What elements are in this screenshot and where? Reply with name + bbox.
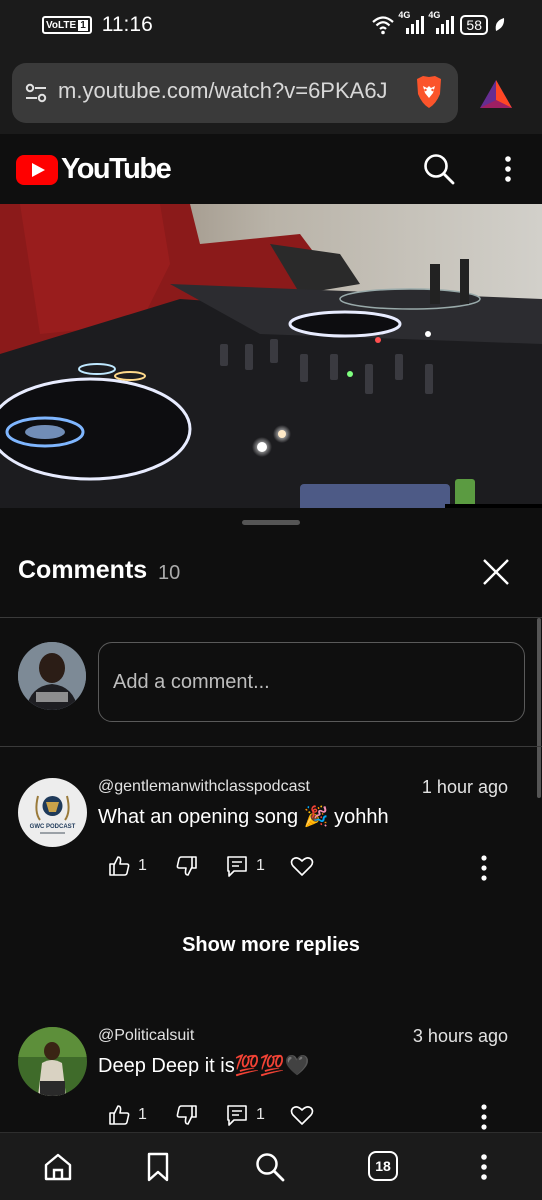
url-text[interactable]: m.youtube.com/watch?v=6PKA6J: [58, 78, 388, 104]
heart-icon: [290, 1106, 314, 1125]
dislike-button[interactable]: [176, 1104, 226, 1126]
comments-count: 10: [158, 562, 181, 584]
comment-author[interactable]: @gentlemanwithclasspodcast: [98, 778, 310, 796]
tabs-button[interactable]: 18: [368, 1151, 400, 1183]
search-icon[interactable]: [254, 1151, 286, 1183]
reply-icon: [227, 1105, 247, 1126]
avatar[interactable]: [18, 1027, 87, 1096]
more-options-icon[interactable]: [476, 1103, 492, 1131]
browser-toolbar: m.youtube.com/watch?v=6PKA6J: [0, 52, 542, 134]
comment-text: Deep Deep it is💯💯🖤: [98, 1055, 310, 1077]
reply-button[interactable]: 1: [226, 855, 290, 877]
heart-icon: [290, 857, 314, 876]
comment-time[interactable]: 3 hours ago: [413, 1026, 508, 1047]
status-bar: VoLTE 1 11:16 4G 4G 58: [0, 0, 542, 52]
menu-icon[interactable]: [468, 1151, 500, 1183]
youtube-logo[interactable]: YouTube: [16, 153, 172, 186]
thumbs-up-icon: [109, 1105, 130, 1125]
thumbs-up-icon: [109, 856, 130, 876]
avatar-text: GWC PODCAST: [30, 824, 76, 830]
scrollbar[interactable]: [537, 618, 541, 798]
like-button[interactable]: 1: [108, 1104, 176, 1126]
home-icon[interactable]: [42, 1151, 74, 1183]
video-frame: [0, 204, 542, 508]
thumbs-down-icon: [176, 856, 197, 876]
comment-author[interactable]: @Politicalsuit: [98, 1027, 194, 1045]
like-button[interactable]: 1: [108, 855, 176, 877]
dislike-button[interactable]: [176, 855, 226, 877]
youtube-header: YouTube: [0, 134, 542, 204]
avatar[interactable]: [18, 642, 86, 710]
user-avatar-image: [18, 642, 86, 710]
volte-indicator: VoLTE 1: [42, 16, 92, 34]
avatar[interactable]: GWC PODCAST: [18, 778, 87, 847]
comment-text: What an opening song 🎉 yohhh: [98, 806, 389, 828]
search-icon[interactable]: [422, 152, 456, 186]
thumbs-down-icon: [176, 1105, 197, 1125]
browser-bottom-nav: 18: [0, 1132, 542, 1200]
comment-item: GWC PODCAST @gentlemanwithclasspodcast 1…: [0, 777, 542, 908]
user-avatar-image: [18, 1027, 87, 1096]
brave-shields-icon[interactable]: [414, 74, 444, 110]
close-icon[interactable]: [480, 556, 512, 588]
reply-icon: [227, 856, 247, 877]
divider: [0, 746, 542, 747]
tab-count: 18: [368, 1151, 398, 1181]
more-options-icon[interactable]: [496, 154, 520, 184]
show-more-replies-button[interactable]: Show more replies: [0, 934, 542, 957]
heart-button[interactable]: [290, 1104, 314, 1126]
signal-icon: 4G: [398, 10, 425, 36]
bookmark-icon[interactable]: [142, 1151, 174, 1183]
more-options-icon[interactable]: [476, 854, 492, 882]
screen: VoLTE 1 11:16 4G 4G 58 m.youtube.com/wat…: [0, 0, 542, 1200]
video-player[interactable]: [0, 204, 542, 508]
brave-rewards-icon[interactable]: [478, 78, 514, 110]
podcast-logo-avatar: GWC PODCAST: [18, 778, 87, 847]
add-comment-input[interactable]: [98, 642, 525, 722]
leaf-icon: [495, 18, 505, 31]
comments-title: Comments: [18, 556, 148, 584]
wifi-icon: [372, 16, 395, 35]
divider: [0, 617, 542, 618]
signal-icon: 4G: [428, 10, 455, 36]
clock: 11:16: [101, 13, 153, 36]
site-settings-icon[interactable]: [24, 81, 48, 105]
comments-panel: Comments 10 Add a comment... GWC PODCAST…: [0, 508, 542, 1132]
battery-indicator: 58: [460, 15, 488, 35]
reply-button[interactable]: 1: [226, 1104, 290, 1126]
heart-button[interactable]: [290, 855, 314, 877]
address-bar[interactable]: m.youtube.com/watch?v=6PKA6J: [12, 63, 458, 123]
comment-time[interactable]: 1 hour ago: [422, 777, 508, 798]
drag-handle[interactable]: [242, 520, 300, 525]
youtube-play-icon: [16, 154, 58, 185]
